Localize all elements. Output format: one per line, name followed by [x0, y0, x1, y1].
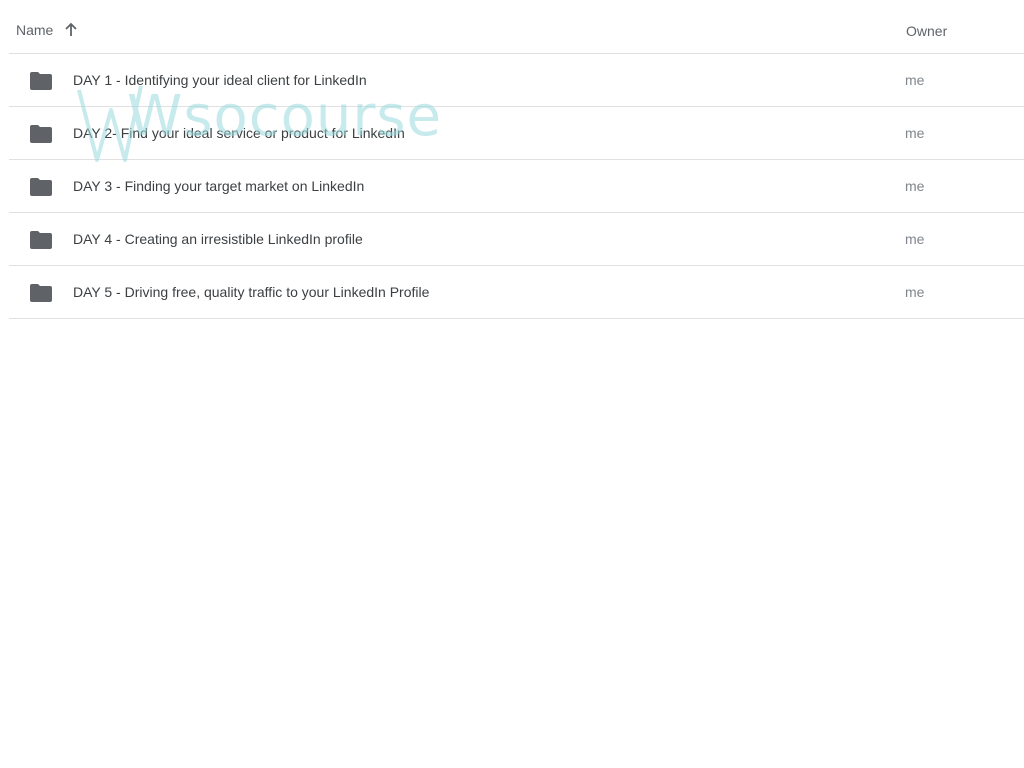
folder-icon	[30, 231, 52, 249]
folder-name: DAY 2- Find your ideal service or produc…	[73, 125, 405, 141]
folder-row-day-3[interactable]: DAY 3 - Finding your target market on Li…	[9, 160, 1024, 213]
folder-owner: me	[905, 178, 925, 194]
folder-row-day-1[interactable]: DAY 1 - Identifying your ideal client fo…	[9, 54, 1024, 107]
folder-name: DAY 4 - Creating an irresistible LinkedI…	[73, 231, 363, 247]
folder-icon	[30, 284, 52, 302]
sort-by-name-button[interactable]: Name	[16, 22, 79, 38]
folder-icon	[30, 178, 52, 196]
folder-name: DAY 1 - Identifying your ideal client fo…	[73, 72, 367, 88]
arrow-up-icon[interactable]	[63, 22, 79, 38]
folder-icon	[30, 125, 52, 143]
folder-owner: me	[905, 125, 925, 141]
folder-row-day-2[interactable]: DAY 2- Find your ideal service or produc…	[9, 107, 1024, 160]
folder-name: DAY 5 - Driving free, quality traffic to…	[73, 284, 430, 300]
list-header: Name Owner	[9, 8, 1024, 54]
folder-owner: me	[905, 231, 925, 247]
owner-column-header: Owner	[906, 23, 948, 39]
name-column-header: Name	[16, 22, 54, 38]
folder-row-day-5[interactable]: DAY 5 - Driving free, quality traffic to…	[9, 266, 1024, 319]
file-list: Name Owner DAY 1 - Identifying your idea…	[9, 8, 1024, 319]
folder-owner: me	[905, 72, 925, 88]
folder-name: DAY 3 - Finding your target market on Li…	[73, 178, 365, 194]
folder-row-day-4[interactable]: DAY 4 - Creating an irresistible LinkedI…	[9, 213, 1024, 266]
folder-owner: me	[905, 284, 925, 300]
folder-icon	[30, 72, 52, 90]
